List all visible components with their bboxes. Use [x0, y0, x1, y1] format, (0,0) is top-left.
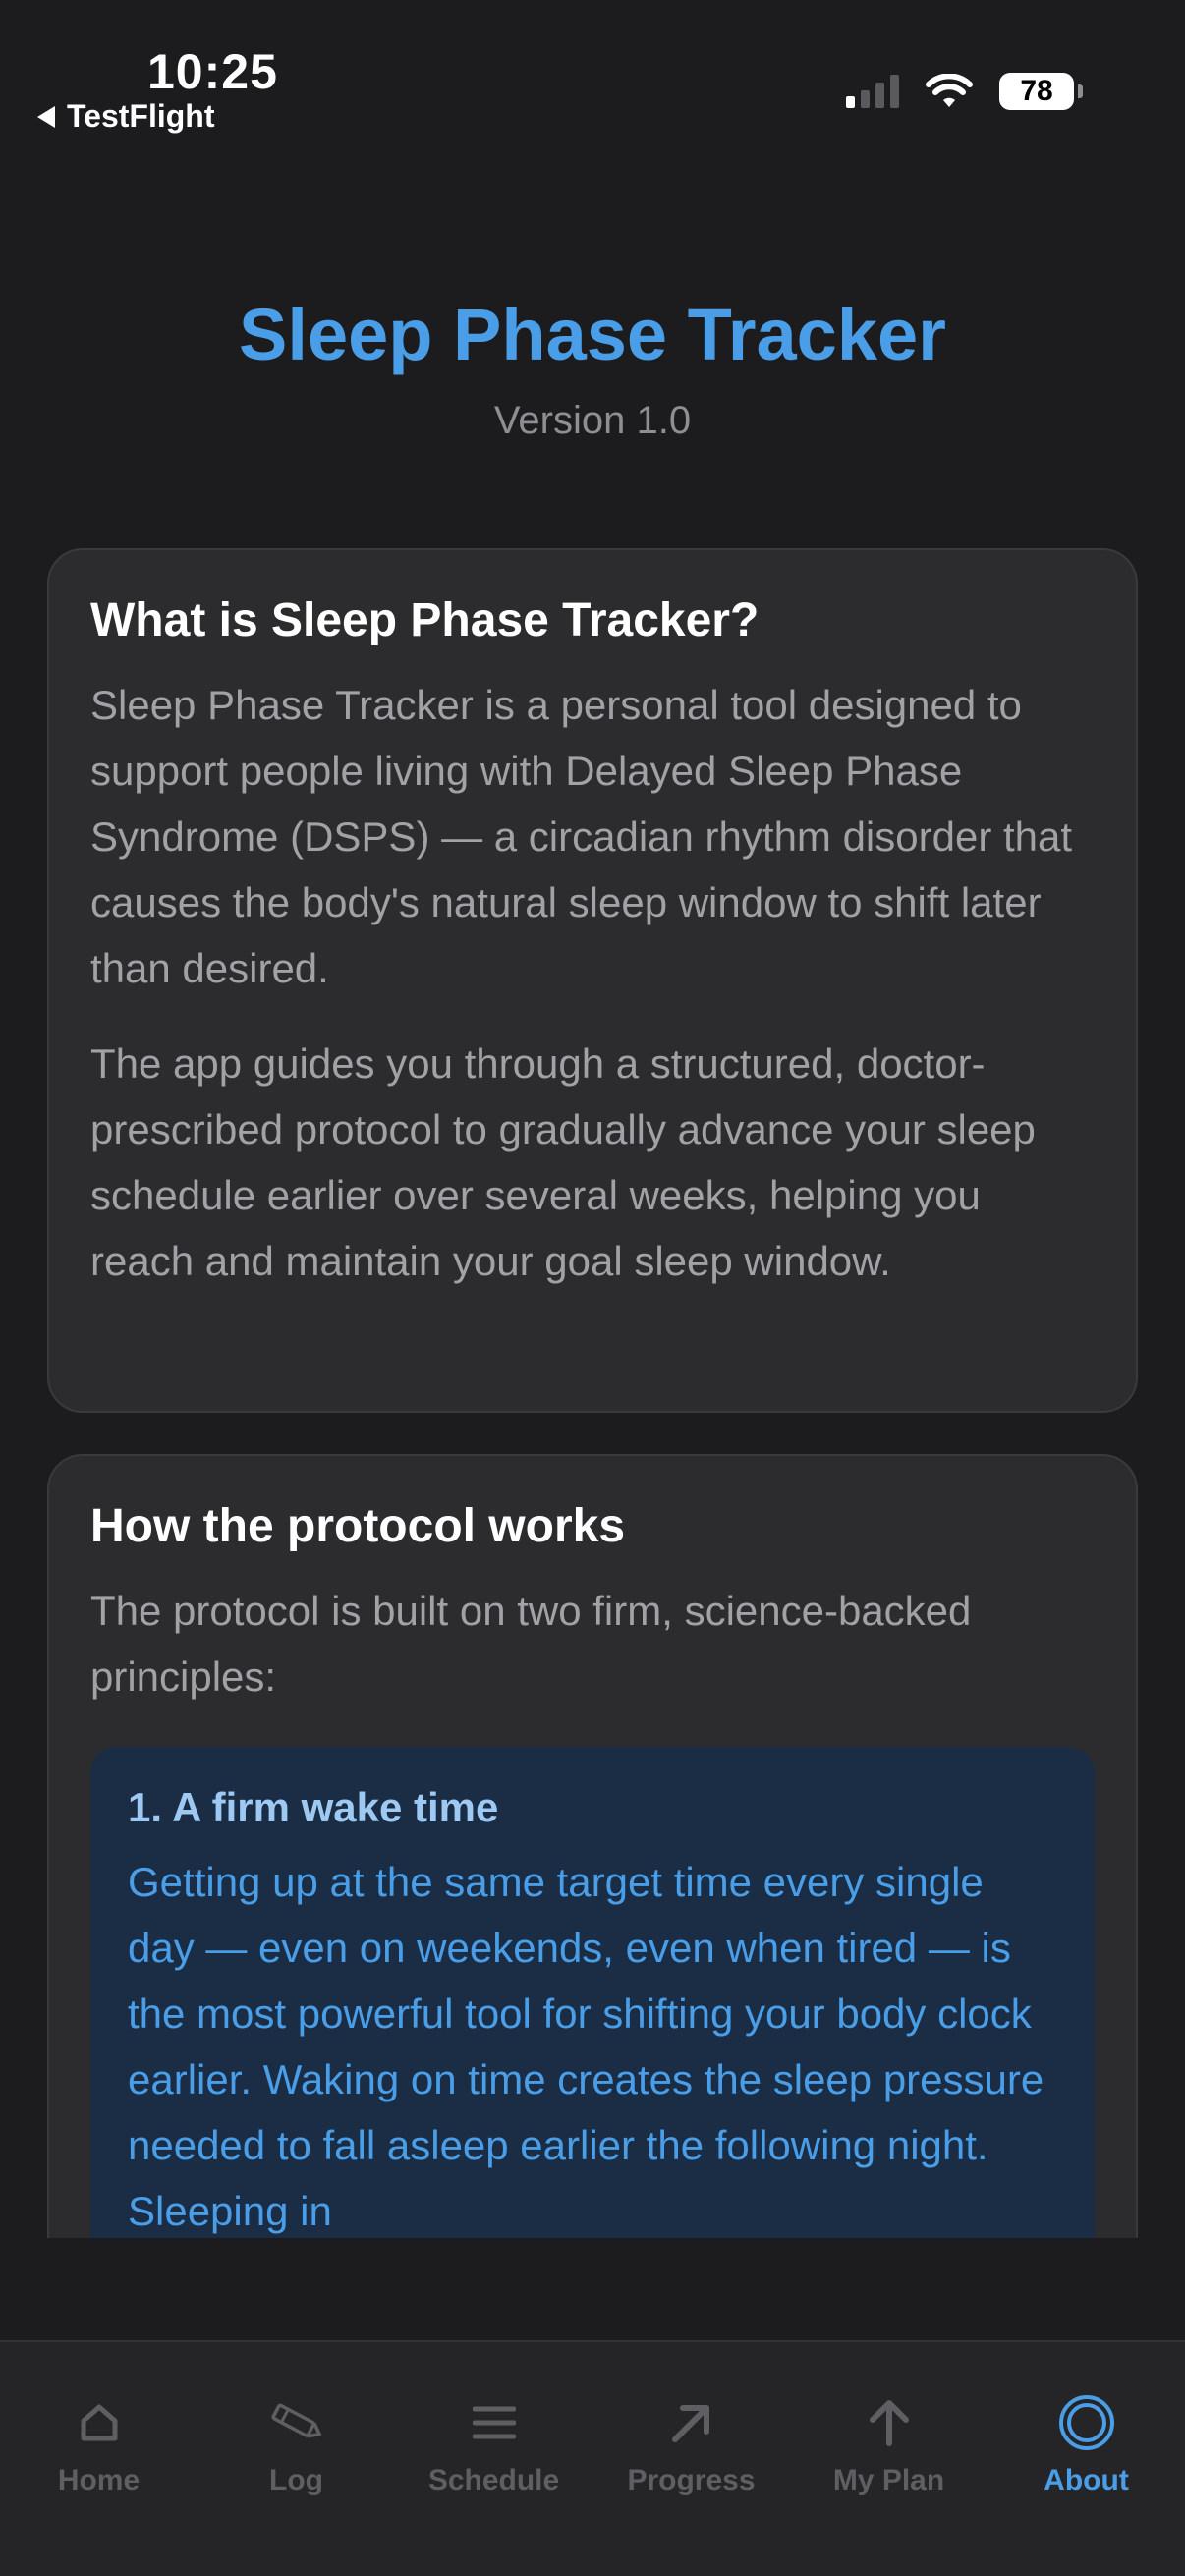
- about-card-title: What is Sleep Phase Tracker?: [90, 594, 760, 646]
- principle-title: 1. A firm wake time: [128, 1784, 499, 1830]
- status-time: 10:25: [147, 44, 278, 99]
- tab-my-plan[interactable]: My Plan: [790, 2342, 988, 2576]
- circle-icon: [1057, 2393, 1116, 2452]
- list-icon: [465, 2393, 524, 2452]
- arrow-up-right-icon: [662, 2393, 721, 2452]
- tab-home[interactable]: Home: [0, 2342, 198, 2576]
- back-label: TestFlight: [67, 98, 215, 134]
- tab-label: Log: [269, 2464, 323, 2496]
- back-arrow-icon: [37, 105, 55, 128]
- tab-progress[interactable]: Progress: [592, 2342, 790, 2576]
- tab-label: Home: [57, 2464, 141, 2496]
- protocol-card: How the protocol works The protocol is b…: [47, 1454, 1138, 2238]
- principle-text: Getting up at the same target time every…: [128, 1859, 1044, 2234]
- tab-about[interactable]: About: [988, 2342, 1185, 2576]
- protocol-card-title: How the protocol works: [90, 1500, 626, 1552]
- protocol-intro: The protocol is built on two firm, scien…: [90, 1588, 972, 1700]
- home-icon: [70, 2393, 129, 2452]
- tab-label: Schedule: [427, 2464, 560, 2496]
- about-card: What is Sleep Phase Tracker? Sleep Phase…: [47, 548, 1138, 1413]
- wifi-icon: [926, 74, 973, 107]
- content-scroll-view[interactable]: What is Sleep Phase Tracker? Sleep Phase…: [0, 531, 1185, 2238]
- tab-label: Progress: [627, 2464, 756, 2496]
- tab-log[interactable]: Log: [198, 2342, 395, 2576]
- back-to-testflight-button[interactable]: TestFlight: [37, 98, 215, 135]
- about-paragraph: The app guides you through a structured,…: [90, 1040, 1036, 1284]
- arrow-up-icon: [860, 2393, 919, 2452]
- app-version: Version 1.0: [493, 399, 692, 442]
- pencil-icon: [267, 2393, 326, 2452]
- status-bar: 10:25 TestFlight 78: [0, 0, 1185, 147]
- tab-label: About: [1044, 2464, 1129, 2496]
- tab-schedule[interactable]: Schedule: [395, 2342, 592, 2576]
- battery-icon: 78: [999, 73, 1083, 110]
- about-screen: 10:25 TestFlight 78 Sleep Phase Tracker …: [0, 0, 1185, 2576]
- status-indicators: 78: [846, 73, 1083, 110]
- cellular-signal-icon: [846, 75, 899, 108]
- principle-box: 1. A firm wake time Getting up at the sa…: [90, 1747, 1095, 2238]
- app-title: Sleep Phase Tracker: [239, 294, 946, 375]
- tab-bar: Home Log Schedule Progress My Plan About: [0, 2340, 1185, 2576]
- tab-label: My Plan: [832, 2464, 945, 2496]
- about-paragraph: Sleep Phase Tracker is a personal tool d…: [90, 682, 1073, 991]
- battery-level: 78: [999, 73, 1074, 110]
